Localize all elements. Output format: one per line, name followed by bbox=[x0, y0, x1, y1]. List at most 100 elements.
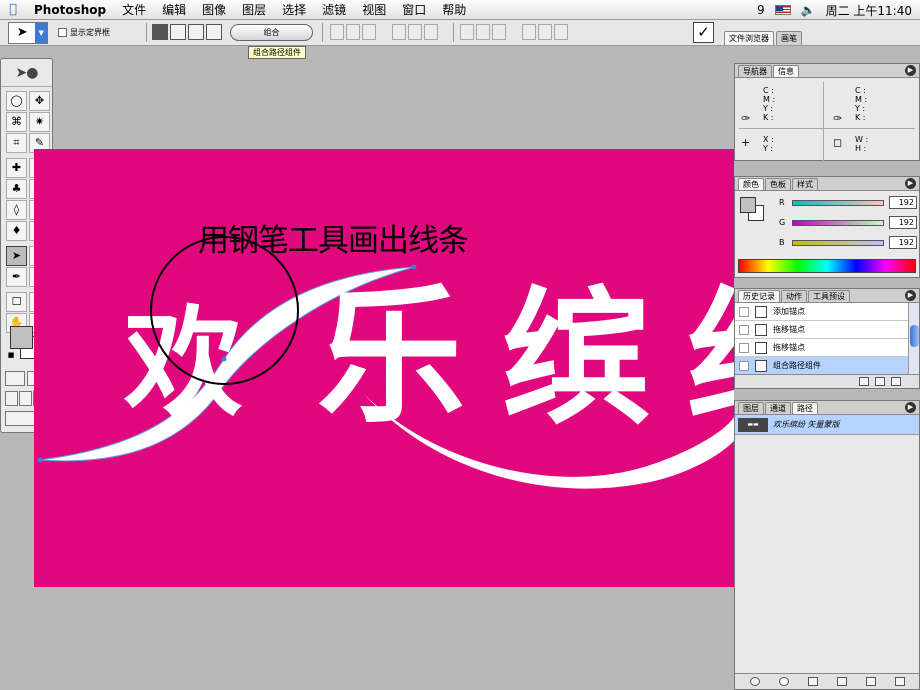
tab-history[interactable]: 历史记录 bbox=[738, 290, 780, 302]
tab-layers[interactable]: 图层 bbox=[738, 402, 764, 414]
commit-checkmark-button[interactable]: ✓ bbox=[693, 22, 714, 43]
input-language-flag-icon[interactable] bbox=[774, 5, 791, 15]
standard-mode-button[interactable] bbox=[5, 371, 25, 386]
tab-file-browser[interactable]: 文件浏览器 bbox=[724, 31, 774, 45]
notes-tool-button[interactable]: ☐ bbox=[6, 292, 27, 312]
new-document-from-state-button[interactable] bbox=[859, 377, 869, 386]
anchor-point[interactable] bbox=[37, 457, 43, 463]
red-value-field[interactable]: 192 bbox=[889, 196, 917, 209]
exclude-shape-mode-button[interactable] bbox=[206, 24, 222, 40]
history-item-selected[interactable]: 组合路径组件 bbox=[735, 357, 908, 375]
menu-edit[interactable]: 编辑 bbox=[154, 0, 194, 20]
foreground-color-swatch[interactable] bbox=[10, 326, 33, 349]
delete-state-button[interactable] bbox=[891, 377, 901, 386]
distribute-bottom-button[interactable] bbox=[492, 24, 506, 40]
menu-filter[interactable]: 滤镜 bbox=[314, 0, 354, 20]
path-selection-tool-button[interactable]: ➤ bbox=[6, 246, 27, 266]
align-right-button[interactable] bbox=[424, 24, 438, 40]
align-top-button[interactable] bbox=[330, 24, 344, 40]
tab-info[interactable]: 信息 bbox=[773, 65, 799, 77]
history-brush-source-checkbox[interactable] bbox=[739, 342, 749, 353]
tab-tool-presets[interactable]: 工具预设 bbox=[808, 290, 850, 302]
distribute-left-button[interactable] bbox=[522, 24, 536, 40]
show-bbox-checkbox[interactable] bbox=[58, 28, 67, 37]
tab-color[interactable]: 颜色 bbox=[738, 178, 764, 190]
color-spectrum-ramp[interactable] bbox=[738, 259, 916, 273]
align-center-button[interactable] bbox=[408, 24, 422, 40]
crop-tool-button[interactable]: ⌗ bbox=[6, 133, 27, 153]
panel-menu-arrow-icon[interactable]: ▶ bbox=[905, 178, 916, 189]
menu-view[interactable]: 视图 bbox=[354, 0, 394, 20]
history-item[interactable]: 添加锚点 bbox=[735, 303, 908, 321]
standard-screen-button[interactable] bbox=[5, 391, 18, 406]
path-item-selected[interactable]: ▬▬ 欢乐缤纷 矢量蒙版 bbox=[735, 415, 919, 435]
combine-button[interactable]: 组合 bbox=[230, 24, 313, 41]
history-brush-source-checkbox[interactable] bbox=[739, 306, 749, 317]
align-middle-button[interactable] bbox=[346, 24, 360, 40]
intersect-shape-mode-button[interactable] bbox=[188, 24, 204, 40]
red-slider-track[interactable] bbox=[792, 199, 884, 206]
apple-menu-icon[interactable]:  bbox=[0, 2, 26, 17]
menu-clock[interactable]: 周二 上午11:40 bbox=[826, 2, 912, 19]
menu-image[interactable]: 图像 bbox=[194, 0, 234, 20]
menu-select[interactable]: 选择 bbox=[274, 0, 314, 20]
marquee-tool-button[interactable]: ◯ bbox=[6, 91, 27, 111]
tab-swatches[interactable]: 色板 bbox=[765, 178, 791, 190]
panel-menu-arrow-icon[interactable]: ▶ bbox=[905, 402, 916, 413]
color-fg-swatch[interactable] bbox=[740, 197, 756, 213]
distribute-center-button[interactable] bbox=[538, 24, 552, 40]
tool-preset-picker[interactable]: ➤ ▼ bbox=[8, 22, 48, 44]
tab-actions[interactable]: 动作 bbox=[781, 290, 807, 302]
move-tool-button[interactable]: ✥ bbox=[29, 91, 50, 111]
history-item[interactable]: 拖移锚点 bbox=[735, 339, 908, 357]
panel-menu-arrow-icon[interactable]: ▶ bbox=[905, 65, 916, 76]
blue-value-field[interactable]: 192 bbox=[889, 236, 917, 249]
panel-menu-arrow-icon[interactable]: ▶ bbox=[905, 290, 916, 301]
menu-file[interactable]: 文件 bbox=[114, 0, 154, 20]
new-snapshot-button[interactable] bbox=[875, 377, 885, 386]
history-scroll-thumb[interactable] bbox=[910, 325, 919, 347]
tab-styles[interactable]: 样式 bbox=[792, 178, 818, 190]
pen-tool-button[interactable]: ✒ bbox=[6, 267, 27, 287]
healing-brush-tool-button[interactable]: ✚ bbox=[6, 158, 27, 178]
menu-app-photoshop[interactable]: Photoshop bbox=[26, 0, 114, 20]
default-colors-icon[interactable]: ■ bbox=[7, 351, 15, 359]
history-item[interactable]: 拖移锚点 bbox=[735, 321, 908, 339]
tab-brushes[interactable]: 画笔 bbox=[776, 31, 802, 45]
load-path-as-selection-button[interactable] bbox=[807, 677, 818, 686]
menu-window[interactable]: 窗口 bbox=[394, 0, 434, 20]
subtract-shape-mode-button[interactable] bbox=[170, 24, 186, 40]
distribute-right-button[interactable] bbox=[554, 24, 568, 40]
menu-layer[interactable]: 图层 bbox=[234, 0, 274, 20]
full-screen-menu-button[interactable] bbox=[19, 391, 32, 406]
green-slider-track[interactable] bbox=[792, 219, 884, 226]
show-bbox-option[interactable]: 显示定界框 bbox=[58, 27, 110, 38]
tab-paths[interactable]: 路径 bbox=[792, 402, 818, 414]
make-work-path-button[interactable] bbox=[836, 677, 847, 686]
script-menu-icon[interactable]: 9 bbox=[757, 3, 765, 17]
history-scrollbar[interactable] bbox=[908, 303, 919, 375]
tab-navigator[interactable]: 导航器 bbox=[738, 65, 772, 77]
blur-tool-button[interactable]: ♦ bbox=[6, 221, 27, 241]
distribute-top-button[interactable] bbox=[460, 24, 474, 40]
eraser-tool-button[interactable]: ◊ bbox=[6, 200, 27, 220]
fill-path-button[interactable] bbox=[749, 677, 760, 686]
stroke-path-button[interactable] bbox=[778, 677, 789, 686]
tab-channels[interactable]: 通道 bbox=[765, 402, 791, 414]
history-brush-source-checkbox[interactable] bbox=[739, 324, 749, 335]
distribute-middle-button[interactable] bbox=[476, 24, 490, 40]
volume-icon[interactable]: 🔈 bbox=[801, 3, 816, 17]
delete-path-button[interactable] bbox=[894, 677, 905, 686]
align-left-button[interactable] bbox=[392, 24, 406, 40]
lasso-tool-button[interactable]: ⌘ bbox=[6, 112, 27, 132]
new-path-button[interactable] bbox=[865, 677, 876, 686]
document-canvas[interactable]: 欢 乐 缤 纷 用钢笔工具画出线条 bbox=[34, 149, 734, 587]
magic-wand-tool-button[interactable]: ✷ bbox=[29, 112, 50, 132]
green-value-field[interactable]: 192 bbox=[889, 216, 917, 229]
add-shape-mode-button[interactable] bbox=[152, 24, 168, 40]
align-bottom-button[interactable] bbox=[362, 24, 376, 40]
adobe-feather-icon[interactable]: ➤● bbox=[1, 59, 52, 87]
menu-help[interactable]: 帮助 bbox=[434, 0, 474, 20]
blue-slider-track[interactable] bbox=[792, 239, 884, 246]
clone-stamp-tool-button[interactable]: ♣ bbox=[6, 179, 27, 199]
